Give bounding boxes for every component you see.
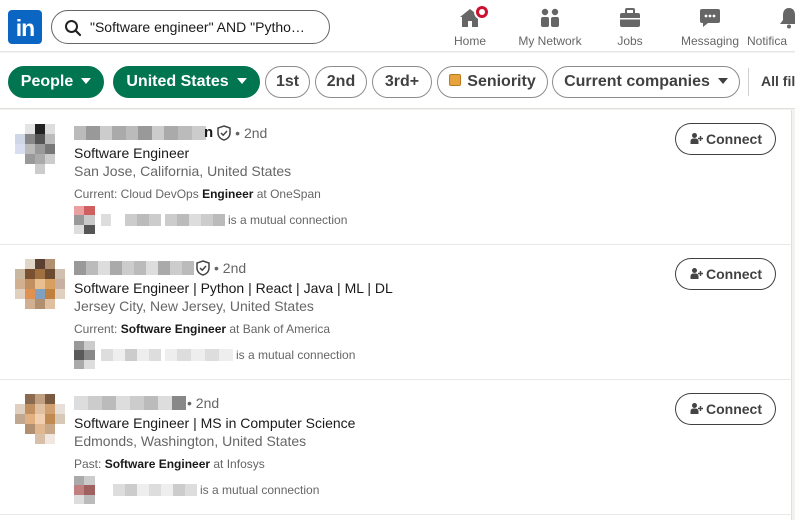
people-filter-label: People [20,73,74,90]
connect-button[interactable]: Connect [675,258,776,290]
current-companies-filter-dropdown[interactable]: Current companies [552,66,740,98]
nav-notifications-label: Notifica [747,34,788,48]
mutual-avatar [74,341,95,369]
connect-button[interactable]: Connect [675,123,776,155]
add-person-icon [690,133,703,145]
search-result-item[interactable]: • 2nd Software Engineer | Python | React… [0,245,792,380]
blurred-name [74,125,206,140]
current-highlight: Software Engineer [104,457,211,471]
seniority-filter[interactable]: Seniority [437,66,548,98]
profile-location: Edmonds, Washington, United States [74,433,307,449]
notification-badge [474,4,490,20]
mutual-avatar [74,206,95,234]
connect-label: Connect [706,266,762,282]
profile-current-role: Current: Software Engineer at Bank of Am… [74,322,330,336]
people-filter-dropdown[interactable]: People [8,66,104,98]
verified-shield-icon [217,124,231,141]
connect-label: Connect [706,401,762,417]
current-suffix: at OneSpan [253,187,321,201]
avatar[interactable] [15,259,65,309]
blurred-mutual-name [113,484,197,496]
location-filter-label: United States [126,73,229,90]
connect-label: Connect [706,131,762,147]
nav-my-network[interactable]: My Network [510,6,590,50]
search-query: "Software engineer" AND "Pytho… [90,19,305,35]
mutual-connection-text: is a mutual connection [200,483,320,497]
connection-degree: • 2nd [187,394,220,411]
blurred-mutual-name [101,349,161,361]
profile-name-row[interactable]: • 2nd [74,259,246,277]
first-degree-filter[interactable]: 1st [265,66,310,98]
linkedin-logo[interactable]: in [8,10,42,44]
profile-name-row[interactable]: • 2nd [74,394,219,412]
top-navigation-bar: in "Software engineer" AND "Pytho… Home … [0,0,795,52]
current-companies-label: Current companies [564,73,710,90]
search-icon [65,20,82,37]
bell-icon [780,8,795,29]
current-suffix: at Bank of America [226,322,331,336]
location-filter-dropdown[interactable]: United States [113,66,260,98]
profile-name-row[interactable]: n • 2nd [74,124,267,142]
profile-current-role: Current: Cloud DevOps Engineer at OneSpa… [74,187,321,201]
profile-location: San Jose, California, United States [74,163,292,179]
chevron-down-icon [81,77,92,84]
nav-jobs-label: Jobs [617,34,643,48]
search-input[interactable]: "Software engineer" AND "Pytho… [51,10,330,44]
chevron-down-icon [236,77,247,84]
nav-messaging[interactable]: Messaging [670,6,750,50]
briefcase-icon [620,8,640,27]
all-filters-button[interactable]: All fil [761,73,795,89]
blurred-mutual-name [165,349,233,361]
nav-home[interactable]: Home [430,4,510,50]
chevron-down-icon [717,77,728,84]
third-degree-filter[interactable]: 3rd+ [372,66,432,98]
second-degree-filter[interactable]: 2nd [315,66,367,98]
avatar[interactable] [15,124,65,174]
nav-jobs[interactable]: Jobs [590,6,670,50]
blurred-mutual-name [165,214,225,226]
connect-button[interactable]: Connect [675,393,776,425]
blurred-name [74,260,194,275]
mutual-connection-text: is a mutual connection [228,213,348,227]
profile-location: Jersey City, New Jersey, United States [74,298,314,314]
connection-degree: • 2nd [214,259,247,276]
current-highlight: Software Engineer [120,322,227,336]
messaging-icon [700,9,720,27]
profile-headline: Software Engineer [74,145,190,161]
verified-shield-icon [196,259,210,276]
search-results-list: n • 2nd Software Engineer San Jose, Calif… [0,110,792,520]
current-suffix: at Infosys [210,457,265,471]
current-highlight: Engineer [202,187,254,201]
nav-messaging-label: Messaging [680,34,740,48]
mutual-avatar [74,476,95,504]
seniority-filter-label: Seniority [467,73,536,90]
search-result-item[interactable]: • 2nd Software Engineer | MS in Computer… [0,380,792,515]
mutual-connection[interactable]: is a mutual connection [74,476,319,504]
add-person-icon [690,268,703,280]
profile-headline: Software Engineer | Python | React | Jav… [74,280,393,296]
blurred-mutual-name [101,214,161,226]
mutual-connection[interactable]: is a mutual connection [74,341,355,369]
mutual-connection-text: is a mutual connection [236,348,356,362]
current-prefix: Past: [74,457,105,471]
search-result-item[interactable]: n • 2nd Software Engineer San Jose, Calif… [0,110,792,245]
filter-divider [748,68,749,96]
profile-name-tail: n [204,124,214,142]
connection-degree: • 2nd [235,124,268,141]
mutual-connection[interactable]: is a mutual connection [74,206,347,234]
premium-icon [449,74,462,87]
nav-notifications[interactable]: Notifica [747,6,795,50]
avatar[interactable] [15,394,65,444]
add-person-icon [690,403,703,415]
network-icon [541,8,559,27]
nav-my-network-label: My Network [518,34,582,48]
profile-headline: Software Engineer | MS in Computer Scien… [74,415,356,431]
current-prefix: Current: Cloud DevOps [74,187,203,201]
current-prefix: Current: [74,322,121,336]
profile-past-role: Past: Software Engineer at Infosys [74,457,265,471]
blurred-name [74,395,186,410]
nav-home-label: Home [453,34,486,48]
